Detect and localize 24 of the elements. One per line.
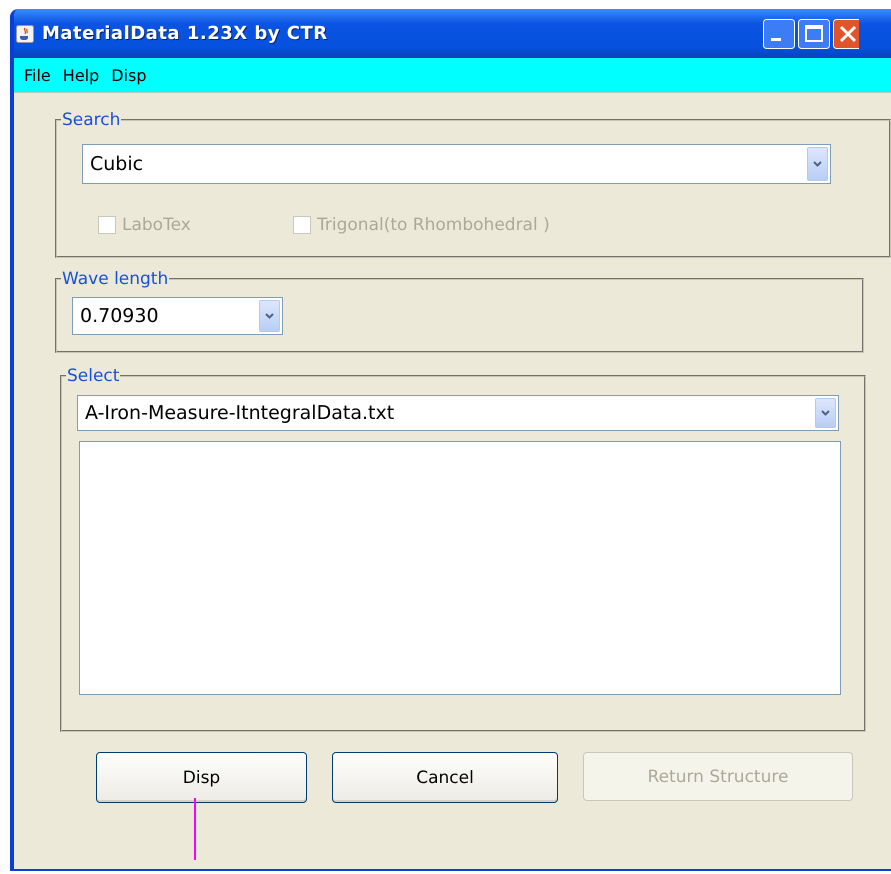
close-button[interactable] xyxy=(833,18,859,48)
minimize-button[interactable] xyxy=(763,18,795,48)
push-button[interactable]: Disp xyxy=(96,752,307,803)
push-button[interactable]: Cancel xyxy=(332,752,558,803)
dropdown-arrow-button[interactable] xyxy=(815,398,836,428)
dropdown[interactable]: 0.70930 xyxy=(72,297,283,335)
dropdown[interactable]: Cubic xyxy=(82,144,831,184)
chevron-down-icon xyxy=(813,161,822,167)
group-label: Search xyxy=(61,110,122,130)
leader-line xyxy=(194,798,196,860)
group-label: Select xyxy=(66,366,120,386)
group-label: Wave length xyxy=(61,269,170,289)
dropdown-arrow-button[interactable] xyxy=(807,147,828,181)
dropdown-arrow-button[interactable] xyxy=(259,300,280,332)
menu-item[interactable]: File xyxy=(20,66,59,84)
menu-item[interactable]: Help xyxy=(58,66,108,84)
dropdown[interactable]: A-Iron-Measure-ItntegralData.txt xyxy=(77,395,839,431)
maximize-button[interactable] xyxy=(798,18,830,48)
chevron-down-icon xyxy=(265,313,274,319)
chevron-down-icon xyxy=(821,410,830,416)
menu-item[interactable]: Disp xyxy=(107,66,155,84)
push-button: Return Structure xyxy=(583,752,853,801)
cup-icon xyxy=(16,24,34,42)
window-title: MaterialData 1.23X by CTR xyxy=(42,23,328,44)
